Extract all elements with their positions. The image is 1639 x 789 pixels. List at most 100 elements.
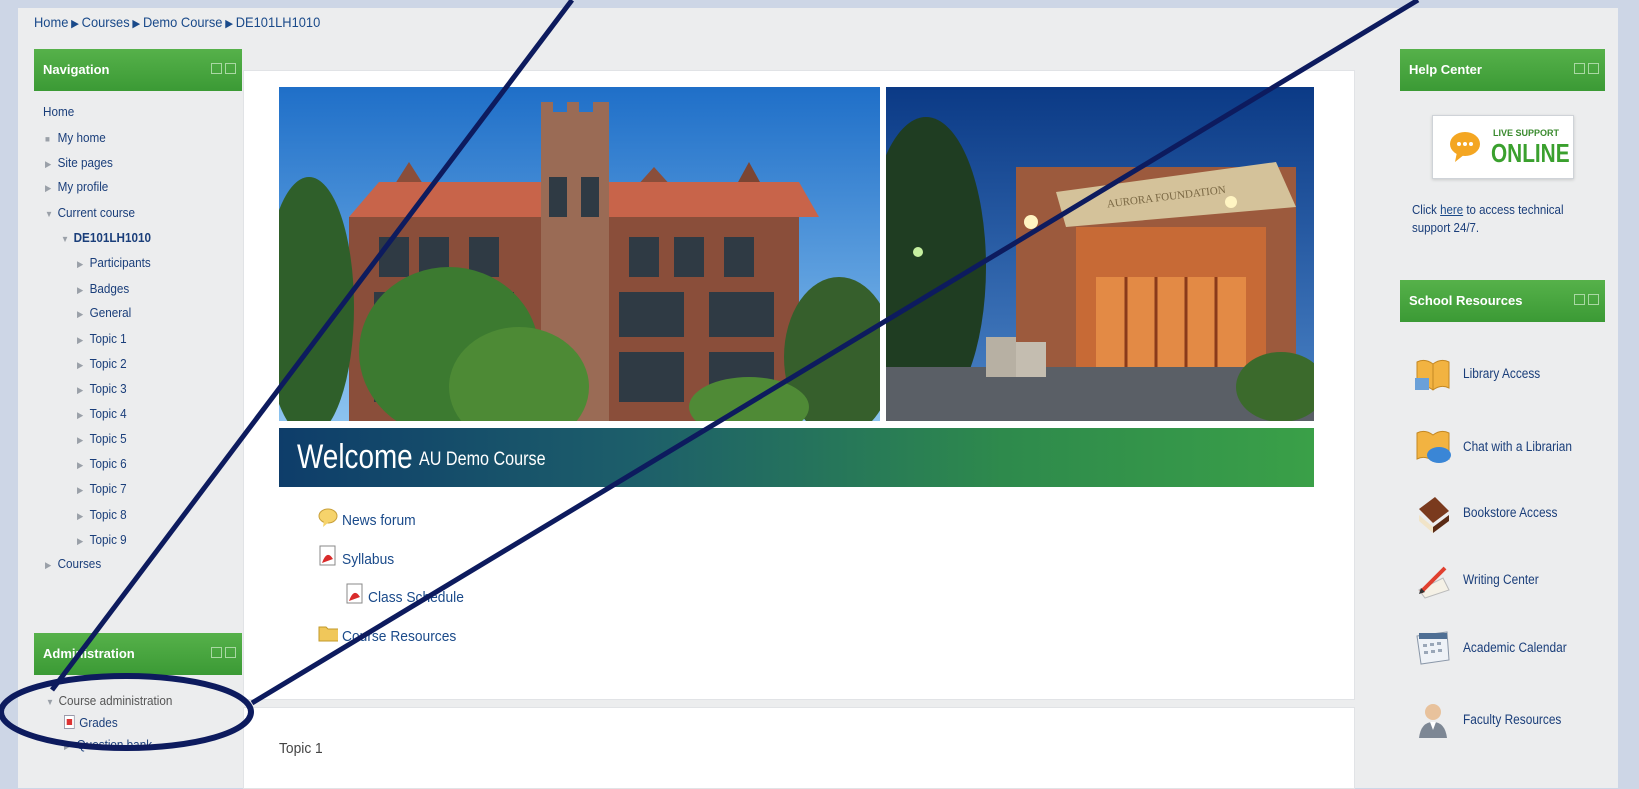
folder-icon (318, 626, 338, 642)
school-resources-title: School Resources (1409, 293, 1523, 308)
topic-1-section: Topic 1 (243, 707, 1355, 789)
school-resources-block-header: School Resources (1400, 280, 1605, 322)
live-support-small: LIVE SUPPORT (1493, 128, 1560, 138)
banner-image-entrance: AURORA FOUNDATION (886, 87, 1314, 421)
course-content-section: AURORA FOUNDATION Welcome AU Demo Course… (243, 70, 1355, 700)
activity-course-resources[interactable]: Course Resources (342, 628, 456, 645)
navigation-title: Navigation (43, 62, 110, 77)
expand-arrow-icon[interactable]: ▶ (77, 259, 90, 270)
help-link[interactable]: here (1440, 203, 1463, 217)
dock-icon[interactable] (211, 647, 222, 658)
resource-writing-center[interactable]: Writing Center (1413, 560, 1603, 602)
block-controls[interactable] (1574, 294, 1599, 305)
breadcrumb-courses[interactable]: Courses (82, 14, 130, 30)
help-center-title: Help Center (1409, 62, 1482, 77)
nav-item-my-home[interactable]: ■ My home (45, 130, 106, 145)
resource-chat-librarian[interactable]: Chat with a Librarian (1413, 427, 1603, 469)
forum-icon (318, 508, 338, 527)
expand-arrow-icon[interactable]: ▶ (77, 285, 90, 296)
administration-title: Administration (43, 646, 135, 661)
grades-icon (64, 715, 75, 729)
expand-arrow-icon[interactable]: ▶ (77, 410, 90, 421)
breadcrumb: Home ▶ Courses ▶ Demo Course ▶ DE101LH1010 (34, 14, 321, 30)
chat-bubble-icon (1450, 132, 1480, 162)
welcome-heading: Welcome (297, 438, 413, 476)
building-photo (279, 87, 880, 421)
admin-course-administration[interactable]: ▼ Course administration (46, 693, 172, 708)
expand-arrow-icon[interactable]: ▶ (45, 560, 58, 571)
resource-library-access[interactable]: Library Access (1413, 354, 1603, 396)
collapse-arrow-icon[interactable]: ▼ (46, 697, 59, 707)
resource-academic-calendar[interactable]: Academic Calendar (1413, 628, 1603, 670)
nav-item-general[interactable]: ▶ General (77, 305, 131, 320)
collapse-icon[interactable] (225, 647, 236, 658)
nav-item-topic-5[interactable]: ▶ Topic 5 (77, 431, 127, 446)
nav-item-courses[interactable]: ▶ Courses (45, 556, 101, 571)
online-label: ONLINE (1491, 138, 1570, 168)
nav-item-topic-8[interactable]: ▶ Topic 8 (77, 507, 127, 522)
welcome-banner: Welcome AU Demo Course (279, 428, 1314, 487)
collapse-icon[interactable] (1588, 63, 1599, 74)
expand-arrow-icon[interactable]: ▶ (77, 485, 90, 496)
nav-item-topic-7[interactable]: ▶ Topic 7 (77, 481, 127, 496)
expand-arrow-icon[interactable]: ▶ (77, 511, 90, 522)
dock-icon[interactable] (1574, 63, 1585, 74)
breadcrumb-current[interactable]: DE101LH1010 (236, 14, 321, 30)
nav-item-current-course[interactable]: ▼ Current course (45, 205, 135, 220)
expand-arrow-icon[interactable]: ▶ (77, 360, 90, 371)
nav-item-topic-4[interactable]: ▶ Topic 4 (77, 406, 127, 421)
bullet-icon: ■ (45, 134, 50, 144)
resource-bookstore-access[interactable]: Bookstore Access (1413, 493, 1603, 535)
expand-arrow-icon[interactable]: ▶ (45, 159, 58, 170)
expand-arrow-icon[interactable]: ▶ (77, 335, 90, 346)
collapse-icon[interactable] (225, 63, 236, 74)
expand-arrow-icon[interactable]: ▶ (77, 536, 90, 547)
nav-item-topic-1[interactable]: ▶ Topic 1 (77, 331, 127, 346)
pdf-icon (346, 583, 363, 604)
activity-syllabus[interactable]: Syllabus (342, 551, 394, 568)
admin-question-bank[interactable]: ▶ Question bank (64, 737, 152, 752)
activity-news-forum[interactable]: News forum (342, 512, 416, 529)
expand-arrow-icon[interactable]: ▶ (77, 309, 90, 320)
expand-arrow-icon[interactable]: ▶ (77, 435, 90, 446)
course-name: AU Demo Course (419, 449, 546, 470)
activity-class-schedule[interactable]: Class Schedule (368, 589, 464, 606)
administration-block-header: Administration (34, 633, 242, 675)
nav-item-my-profile[interactable]: ▶ My profile (45, 179, 108, 194)
chat-book-icon (1416, 430, 1451, 463)
live-support-button[interactable]: LIVE SUPPORT ONLINE (1432, 115, 1574, 179)
banner-image-building (279, 87, 880, 421)
expand-arrow-icon[interactable]: ▶ (77, 385, 90, 396)
nav-item-participants[interactable]: ▶ Participants (77, 255, 151, 270)
expand-arrow-icon[interactable]: ▶ (77, 460, 90, 471)
resource-faculty-resources[interactable]: Faculty Resources (1413, 700, 1603, 742)
nav-item-topic-9[interactable]: ▶ Topic 9 (77, 532, 127, 547)
nav-item-topic-2[interactable]: ▶ Topic 2 (77, 356, 127, 371)
block-controls[interactable] (211, 647, 236, 658)
collapse-arrow-icon[interactable]: ▼ (61, 234, 74, 244)
nav-item-topic-6[interactable]: ▶ Topic 6 (77, 456, 127, 471)
dock-icon[interactable] (1574, 294, 1585, 305)
dock-icon[interactable] (211, 63, 222, 74)
collapse-arrow-icon[interactable]: ▼ (45, 209, 58, 219)
books-stack-icon (1419, 497, 1449, 533)
nav-item-topic-3[interactable]: ▶ Topic 3 (77, 381, 127, 396)
nav-item-badges[interactable]: ▶ Badges (77, 281, 129, 296)
breadcrumb-demo-course[interactable]: Demo Course (143, 14, 222, 30)
nav-item-home[interactable]: Home (43, 104, 74, 119)
expand-arrow-icon[interactable]: ▶ (64, 741, 77, 752)
block-controls[interactable] (1574, 63, 1599, 74)
block-controls[interactable] (211, 63, 236, 74)
admin-grades[interactable]: Grades (64, 715, 118, 730)
nav-item-site-pages[interactable]: ▶ Site pages (45, 155, 113, 170)
expand-arrow-icon[interactable]: ▶ (45, 183, 58, 194)
breadcrumb-home[interactable]: Home (34, 14, 68, 30)
nav-item-course-code[interactable]: ▼ DE101LH1010 (61, 230, 151, 245)
pencil-paper-icon (1418, 566, 1450, 599)
topic-1-title: Topic 1 (279, 740, 323, 757)
help-text: Click here to access technical support 2… (1412, 203, 1564, 235)
navigation-block-header: Navigation (34, 49, 242, 91)
collapse-icon[interactable] (1588, 294, 1599, 305)
help-center-block-header: Help Center (1400, 49, 1605, 91)
person-icon (1419, 704, 1447, 738)
